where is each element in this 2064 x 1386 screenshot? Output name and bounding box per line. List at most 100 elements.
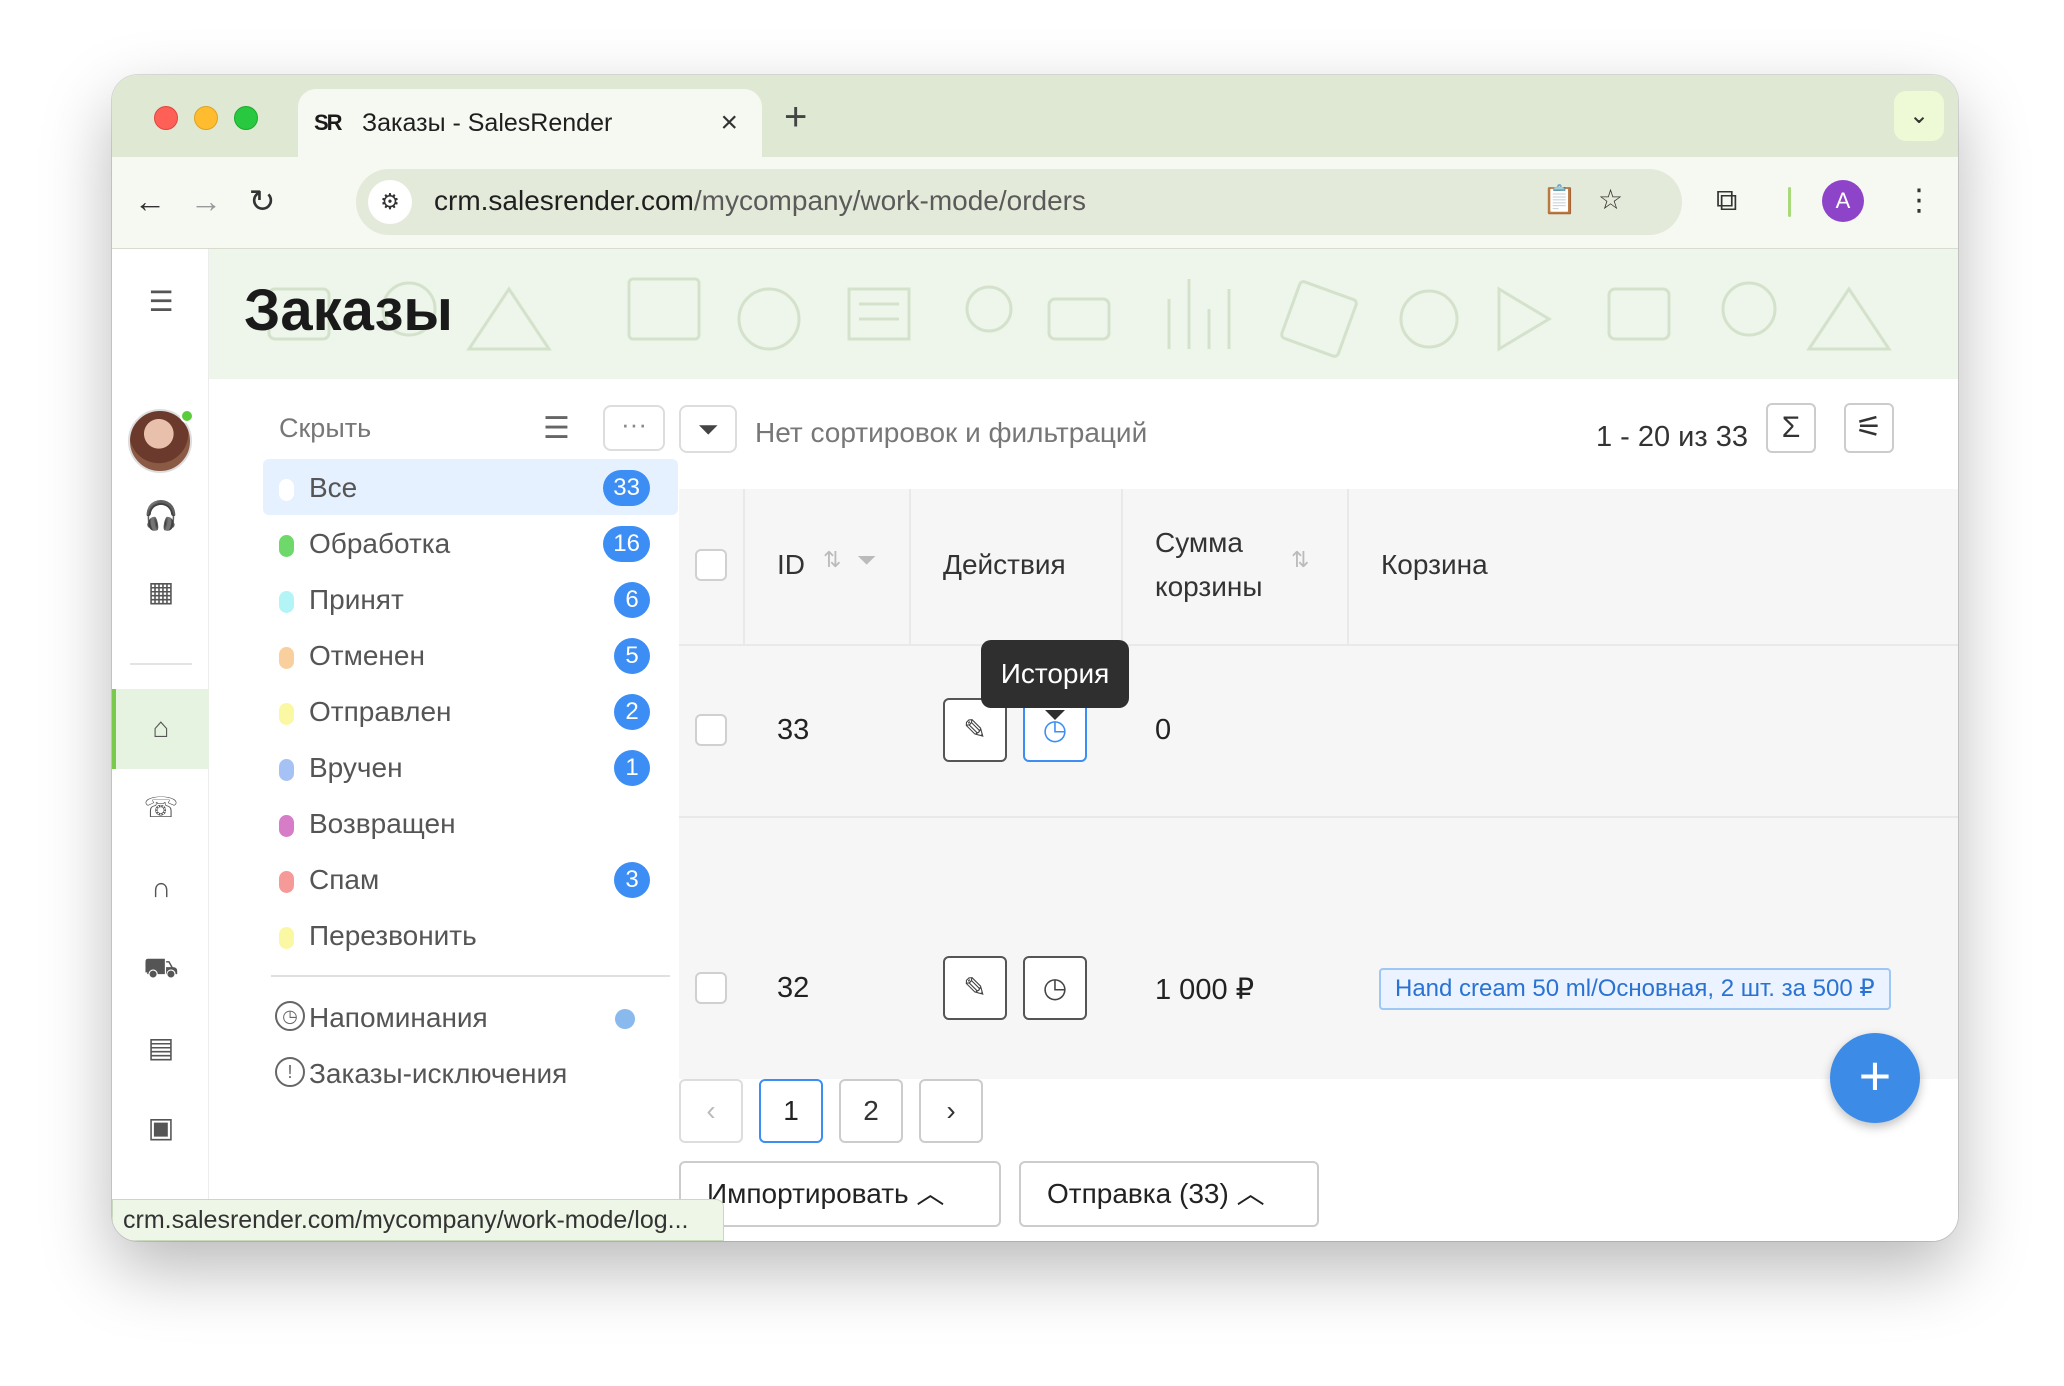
tab-title: Заказы - SalesRender [362,109,613,137]
header-id[interactable]: ID ⇅ ⏷ [745,489,911,644]
menu-toggle-icon[interactable]: ☰ [136,277,186,327]
link-status-bar: crm.salesrender.com/mycompany/work-mode/… [112,1199,724,1241]
url-text[interactable]: crm.salesrender.com/mycompany/work-mode/… [434,185,1086,217]
status-list: Все 33 Обработка 16 Принят 6 Отменен 5 Отправлен… [263,459,678,963]
more-options-button[interactable]: ··· [603,405,665,451]
column-filter-icon[interactable]: ⏷ [857,547,876,575]
delivery-truck-icon[interactable]: ⛟ [136,943,186,993]
prev-page-button[interactable]: ‹ [679,1079,743,1143]
tab-close-icon[interactable]: × [720,105,738,141]
chevron-up-icon: ︿ [1236,1178,1265,1209]
basket-item-tag[interactable]: Hand cream 50 ml/Основная, 2 шт. за 500 … [1379,968,1891,1010]
status-item[interactable]: Отправлен 2 [263,683,678,739]
status-color-dot [279,591,294,613]
header-basket-sum[interactable]: Сумма корзины ⇅ [1123,489,1349,644]
status-color-dot [279,647,294,669]
building-icon[interactable]: ▦ [136,567,186,617]
next-page-button[interactable]: › [919,1079,983,1143]
collapse-list-icon[interactable]: ☰ [543,411,570,446]
row-checkbox[interactable] [695,714,727,746]
browser-menu-icon[interactable]: ⋮ [1904,181,1934,221]
status-label: Принят [309,584,404,615]
headset-icon[interactable]: 🎧 [136,491,186,541]
site-settings-icon[interactable]: ⚙ [368,180,412,224]
status-item[interactable]: Спам 3 [263,851,678,907]
table-row[interactable]: 33 ✎ ◷ История 0 [679,640,1958,816]
pencil-icon: ✎ [963,972,987,1003]
contacts-icon[interactable]: ▣ [136,1103,186,1153]
order-id: 33 [777,714,810,746]
store-icon[interactable]: ⌂ [136,703,186,753]
add-order-button[interactable]: + [1830,1033,1920,1123]
status-item[interactable]: Вручен 1 [263,739,678,795]
clipboard-icon[interactable]: 📋 [1542,183,1577,216]
history-clock-icon: ◷ [1042,972,1068,1003]
page-1-button[interactable]: 1 [759,1079,823,1143]
header-select-cell [679,489,745,644]
edit-button[interactable]: ✎ [943,956,1007,1020]
toolbar-separator [1788,187,1791,217]
forward-arrow-icon[interactable]: → [186,181,226,221]
status-count-badge: 2 [614,694,650,730]
status-item[interactable]: Перезвонить [263,907,678,963]
banner-pattern [267,277,1892,358]
page-2-button[interactable]: 2 [839,1079,903,1143]
sidebar-divider [271,975,670,977]
select-all-checkbox[interactable] [695,549,727,581]
status-count-badge: 5 [614,638,650,674]
bookmark-star-icon[interactable]: ☆ [1598,183,1623,216]
status-item[interactable]: Возвращен [263,795,678,851]
address-bar[interactable]: ⚙ crm.salesrender.com/mycompany/work-mod… [356,169,1682,235]
sort-icon[interactable]: ⇅ [1291,547,1309,573]
status-color-dot [279,759,294,781]
browser-tab[interactable]: SR Заказы - SalesRender × [298,89,762,157]
sidebar-header: Скрыть ☰ ··· [263,399,678,459]
hide-sidebar-button[interactable]: Скрыть [279,413,371,444]
row-checkbox[interactable] [695,972,727,1004]
pencil-icon: ✎ [963,714,987,745]
send-button[interactable]: Отправка (33) ︿ [1019,1161,1319,1227]
extensions-puzzle-icon[interactable]: ⧉ [1716,181,1737,221]
columns-settings-button[interactable]: ⚟ [1844,403,1894,453]
status-sidebar: Скрыть ☰ ··· Все 33 Обработка 16 Принят 6 Отме… [263,399,678,1103]
maximize-window-button[interactable] [234,106,258,130]
status-color-dot [279,479,294,501]
tab-strip: SR Заказы - SalesRender × + ⌄ [112,75,1958,157]
close-window-button[interactable] [154,106,178,130]
import-button[interactable]: Импортировать ︿ [679,1161,1001,1227]
reminders-item[interactable]: ◷ Напоминания [263,991,678,1047]
sort-icon[interactable]: ⇅ [823,547,841,573]
phone-icon[interactable]: ☏ [136,783,186,833]
app-left-nav: ☰ 🎧 ▦ ⌂ ☏ ∩ ⛟ ▤ ▣ [112,249,209,1241]
tab-search-chevron-icon[interactable]: ⌄ [1894,91,1944,141]
support-headphones-icon[interactable]: ∩ [136,863,186,913]
table-row[interactable]: 32 ✎ ◷ 1 000 ₽ Hand cream 50 ml/Основная… [679,816,1958,1079]
history-button[interactable]: ◷ [1023,956,1087,1020]
warehouse-icon[interactable]: ▤ [136,1023,186,1073]
status-item[interactable]: Принят 6 [263,571,678,627]
page-content: ☰ 🎧 ▦ ⌂ ☏ ∩ ⛟ ▤ ▣ Заказы Скрыть ☰ ··· Вс… [112,249,1958,1241]
status-color-dot [279,871,294,893]
reload-icon[interactable]: ↻ [242,181,282,221]
header-id-label: ID [777,549,805,580]
filter-button[interactable]: ⏷ [679,405,737,453]
status-item[interactable]: Отменен 5 [263,627,678,683]
new-tab-icon[interactable]: + [784,97,807,137]
status-color-dot [279,703,294,725]
order-id: 32 [777,972,810,1004]
exception-orders-item[interactable]: ! Заказы-исключения [263,1047,678,1103]
reminders-label: Напоминания [309,1002,488,1033]
chevron-up-icon: ︿ [916,1178,945,1209]
nav-divider [130,663,192,665]
status-item[interactable]: Все 33 [263,459,678,515]
orders-panel: Скрыть ☰ ··· Все 33 Обработка 16 Принят 6 Отме… [229,379,1958,1241]
back-arrow-icon[interactable]: ← [130,181,170,221]
status-count-badge: 1 [614,750,650,786]
profile-avatar[interactable]: A [1822,180,1864,222]
sum-button[interactable]: Σ [1766,403,1816,453]
minimize-window-button[interactable] [194,106,218,130]
status-item[interactable]: Обработка 16 [263,515,678,571]
url-host: crm.salesrender.com [434,185,694,216]
browser-window: SR Заказы - SalesRender × + ⌄ ← → ↻ ⚙ cr… [112,75,1958,1241]
header-basket: Корзина [1349,489,1958,644]
